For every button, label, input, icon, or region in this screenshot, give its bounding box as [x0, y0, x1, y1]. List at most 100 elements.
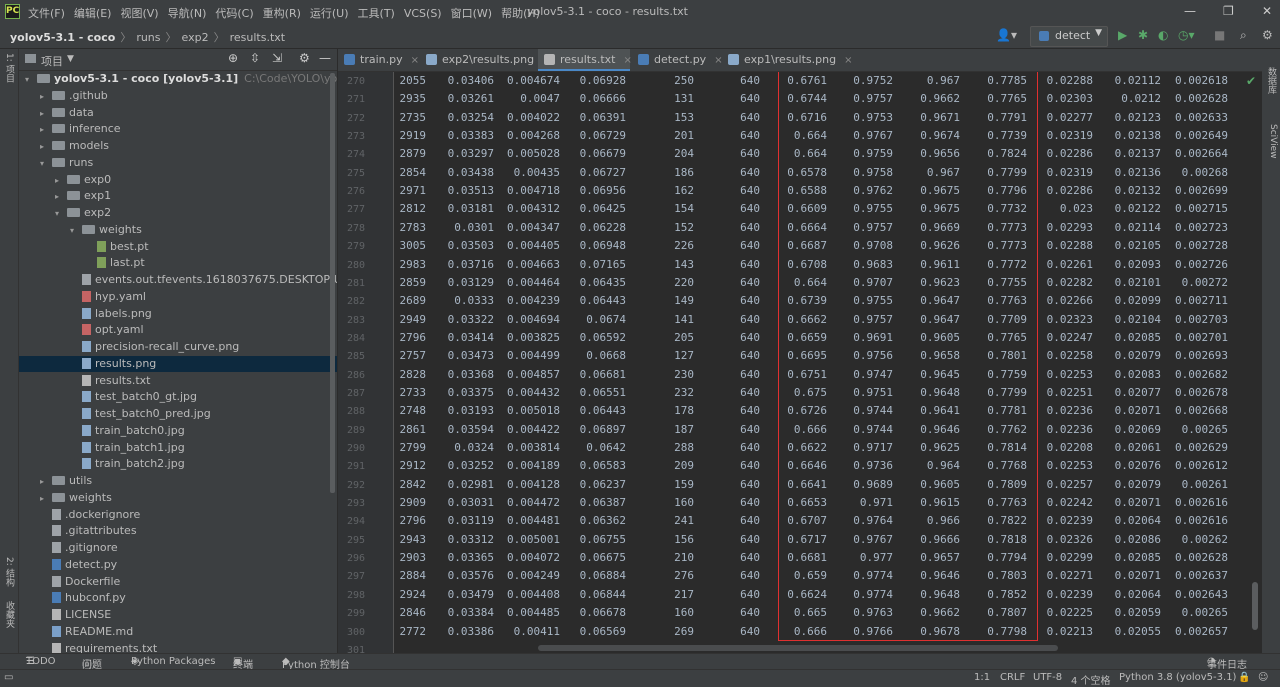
breadcrumb-exp2[interactable]: exp2: [182, 31, 209, 44]
tree-file[interactable]: README.md: [19, 624, 337, 640]
tree-file[interactable]: Dockerfile: [19, 574, 337, 590]
editor-tab[interactable]: exp1\results.png ×: [722, 49, 852, 71]
menu-item[interactable]: 导航(N): [168, 7, 207, 20]
tool-tab-favorites[interactable]: 收藏夹: [2, 601, 16, 628]
tree-folder[interactable]: ▾ yolov5-3.1 - coco [yolov5-3.1] C:\Code\Y…: [19, 71, 337, 87]
chevron-right-icon[interactable]: ▸: [40, 491, 52, 507]
collapse-all-icon[interactable]: ⇲: [272, 51, 282, 65]
tree-folder[interactable]: ▾ runs: [19, 155, 337, 171]
chevron-right-icon[interactable]: ▸: [55, 173, 67, 189]
tree-file[interactable]: detect.py: [19, 557, 337, 573]
chevron-right-icon[interactable]: ▸: [40, 122, 52, 138]
editor-tab[interactable]: exp2\results.png×: [420, 49, 550, 71]
indent-setting[interactable]: 4 个空格: [1071, 672, 1111, 687]
close-tab-icon[interactable]: ×: [623, 55, 631, 66]
tree-file[interactable]: last.pt: [19, 255, 337, 271]
minimize-icon[interactable]: —: [1184, 4, 1196, 18]
breadcrumb-file[interactable]: results.txt: [230, 31, 285, 44]
file-encoding[interactable]: UTF-8: [1033, 672, 1062, 683]
tree-folder[interactable]: ▸ exp0: [19, 172, 337, 188]
run-config-select[interactable]: detect ▼: [1030, 26, 1108, 47]
tree-file[interactable]: train_batch0.jpg: [19, 423, 337, 439]
tree-folder[interactable]: ▸ utils: [19, 473, 337, 489]
chevron-right-icon[interactable]: ▸: [40, 106, 52, 122]
breadcrumb-runs[interactable]: runs: [136, 31, 160, 44]
tree-file[interactable]: hyp.yaml: [19, 289, 337, 305]
tree-file[interactable]: train_batch2.jpg: [19, 456, 337, 472]
hide-icon[interactable]: —: [319, 51, 331, 65]
menu-item[interactable]: 代码(C): [215, 7, 253, 20]
tree-folder[interactable]: ▾ weights: [19, 222, 337, 238]
close-icon[interactable]: ✕: [1262, 4, 1272, 18]
menu-item[interactable]: 视图(V): [120, 7, 158, 20]
tool-windows-icon[interactable]: ▭: [4, 672, 13, 683]
tree-file[interactable]: requirements.txt: [19, 641, 337, 653]
editor-tab[interactable]: detect.py ×: [632, 49, 723, 71]
editor-tab[interactable]: results.txt ×: [538, 49, 632, 71]
chevron-right-icon[interactable]: ▸: [40, 139, 52, 155]
project-title[interactable]: 项目: [41, 53, 63, 69]
debug-icon[interactable]: ✱: [1138, 28, 1148, 42]
chevron-right-icon[interactable]: ▸: [55, 189, 67, 205]
python-interpreter[interactable]: Python 3.8 (yolov5-3.1): [1119, 672, 1236, 683]
tree-file[interactable]: .gitattributes: [19, 523, 337, 539]
tree-file[interactable]: precision-recall_curve.png: [19, 339, 337, 355]
tool-tab-sciview[interactable]: SciView: [1264, 124, 1278, 159]
menu-item[interactable]: 重构(R): [263, 7, 301, 20]
menu-item[interactable]: 文件(F): [28, 7, 65, 20]
user-icon[interactable]: 👤▾: [996, 28, 1017, 42]
notifications-icon[interactable]: ☺: [1258, 672, 1268, 683]
tree-file[interactable]: events.out.tfevents.1618037675.DESKTOP-U…: [19, 272, 337, 288]
menu-item[interactable]: 窗口(W): [451, 7, 492, 20]
tool-tab-project[interactable]: 1: 项目: [2, 53, 16, 83]
search-icon[interactable]: ⌕: [1240, 28, 1247, 43]
tree-scrollbar[interactable]: [330, 73, 335, 493]
tree-folder[interactable]: ▸ exp1: [19, 188, 337, 204]
chevron-down-icon[interactable]: ▾: [55, 206, 67, 222]
run-icon[interactable]: ▶: [1118, 28, 1127, 42]
tree-file[interactable]: .dockerignore: [19, 507, 337, 523]
locate-icon[interactable]: ⊕: [228, 51, 238, 65]
menu-item[interactable]: 工具(T): [358, 7, 395, 20]
close-tab-icon[interactable]: ×: [411, 55, 419, 66]
gear-icon[interactable]: ⚙: [299, 51, 310, 65]
settings-icon[interactable]: ⚙: [1262, 28, 1273, 42]
editor-horizontal-scrollbar[interactable]: [538, 645, 1058, 651]
caret-position[interactable]: 1:1: [974, 672, 990, 683]
coverage-icon[interactable]: ◐: [1158, 28, 1168, 42]
tool-tab-database[interactable]: 数据库: [1264, 67, 1278, 94]
tree-file[interactable]: best.pt: [19, 239, 337, 255]
tree-file[interactable]: train_batch1.jpg: [19, 440, 337, 456]
editor-vertical-scrollbar[interactable]: [1252, 582, 1258, 630]
tree-folder[interactable]: ▸ inference: [19, 121, 337, 137]
menu-item[interactable]: 运行(U): [310, 7, 349, 20]
lock-icon[interactable]: 🔒: [1238, 672, 1250, 683]
inspection-ok-icon[interactable]: ✔: [1246, 74, 1256, 88]
tree-folder[interactable]: ▸ data: [19, 105, 337, 121]
tree-file[interactable]: hubconf.py: [19, 590, 337, 606]
tree-file[interactable]: results.txt: [19, 373, 337, 389]
tree-folder[interactable]: ▸ .github: [19, 88, 337, 104]
chevron-right-icon[interactable]: ▸: [40, 89, 52, 105]
tree-file[interactable]: labels.png: [19, 306, 337, 322]
chevron-down-icon[interactable]: ▾: [40, 156, 52, 172]
menu-item[interactable]: VCS(S): [404, 7, 442, 20]
tree-folder[interactable]: ▾ exp2: [19, 205, 337, 221]
tree-file[interactable]: .gitignore: [19, 540, 337, 556]
stop-icon[interactable]: ■: [1214, 28, 1225, 42]
chevron-down-icon[interactable]: ▾: [70, 223, 82, 239]
chevron-down-icon[interactable]: ▼: [67, 54, 74, 64]
tree-folder[interactable]: ▸ weights: [19, 490, 337, 506]
close-tab-icon[interactable]: ×: [844, 55, 852, 66]
breadcrumb-project[interactable]: yolov5-3.1 - coco: [10, 31, 115, 44]
tree-file[interactable]: test_batch0_pred.jpg: [19, 406, 337, 422]
tree-file[interactable]: test_batch0_gt.jpg: [19, 389, 337, 405]
tree-file[interactable]: opt.yaml: [19, 322, 337, 338]
chevron-down-icon[interactable]: ▾: [25, 72, 37, 88]
tree-folder[interactable]: ▸ models: [19, 138, 337, 154]
expand-all-icon[interactable]: ⇳: [250, 51, 260, 65]
tool-tab-structure[interactable]: 2: 结构: [2, 557, 16, 587]
chevron-right-icon[interactable]: ▸: [40, 474, 52, 490]
line-separator[interactable]: CRLF: [1000, 672, 1025, 683]
profile-icon[interactable]: ◷▾: [1178, 28, 1195, 42]
